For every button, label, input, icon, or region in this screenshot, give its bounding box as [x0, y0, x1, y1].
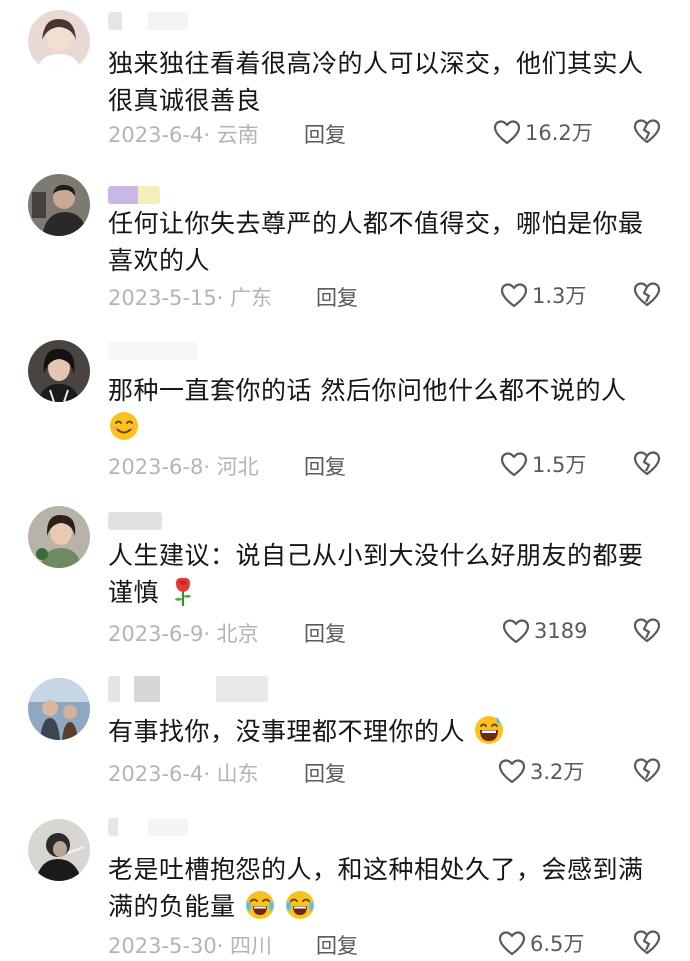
comment-meta: 2023-6-8· 河北 回复 1.5万 [108, 449, 668, 479]
dislike-button[interactable] [633, 449, 661, 477]
comment-text: 人生建议：说自己从小到大没什么好朋友的都要谨慎 [108, 537, 668, 611]
reply-button[interactable]: 回复 [304, 758, 346, 788]
comment-meta: 2023-5-30· 四川 回复 6.5万 [108, 928, 668, 958]
like-count: 16.2万 [525, 121, 593, 145]
avatar[interactable] [28, 678, 90, 740]
broken-heart-icon [633, 282, 661, 307]
laugh-sweat-emoji-icon [473, 714, 505, 746]
comment-date-location: 2023-5-30· 四川 [108, 934, 273, 958]
comment-date-location: 2023-6-4· 山东 [108, 762, 259, 786]
comment-text-content: 有事找你，没事理都不理你的人 [108, 717, 466, 746]
heart-outline-icon [500, 283, 528, 308]
comment-meta: 2023-6-9· 北京 回复 3189 [108, 616, 668, 646]
broken-heart-icon [633, 618, 661, 643]
broken-heart-icon [633, 119, 661, 144]
comment-text: 任何让你失去尊严的人都不值得交，哪怕是你最喜欢的人 [108, 209, 644, 275]
username-blurred[interactable] [108, 12, 188, 30]
reply-button[interactable]: 回复 [304, 119, 346, 149]
avatar[interactable] [28, 340, 90, 402]
crying-laugh-emoji-icon [284, 889, 316, 921]
reply-button[interactable]: 回复 [316, 282, 358, 312]
like-button[interactable]: 1.5万 [500, 449, 586, 479]
comment-text: 有事找你，没事理都不理你的人 [108, 713, 668, 750]
avatar[interactable] [28, 506, 90, 568]
dislike-button[interactable] [633, 117, 661, 145]
like-button[interactable]: 16.2万 [493, 117, 593, 147]
heart-outline-icon [498, 759, 526, 784]
comment-date-location: 2023-6-4· 云南 [108, 123, 259, 147]
comment-date-location: 2023-6-9· 北京 [108, 622, 259, 646]
broken-heart-icon [633, 930, 661, 955]
reply-button[interactable]: 回复 [304, 451, 346, 481]
avatar[interactable] [28, 174, 90, 236]
broken-heart-icon [633, 758, 661, 783]
like-count: 1.3万 [532, 284, 587, 308]
like-count: 3189 [534, 619, 588, 643]
like-button[interactable]: 3189 [502, 616, 587, 646]
dislike-button[interactable] [633, 616, 661, 644]
reply-button[interactable]: 回复 [316, 930, 358, 960]
comment-text-content: 老是吐槽抱怨的人，和这种相处久了，会感到满满的负能量 [108, 855, 644, 921]
like-count: 1.5万 [532, 453, 587, 477]
username-blurred[interactable] [108, 676, 268, 702]
heart-outline-icon [502, 619, 530, 644]
heart-outline-icon [493, 120, 521, 145]
comment-text-content: 那种一直套你的话 然后你问他什么都不说的人 [108, 376, 627, 405]
dislike-button[interactable] [633, 756, 661, 784]
username-blurred[interactable] [108, 186, 160, 204]
like-count: 3.2万 [530, 760, 585, 784]
avatar[interactable] [28, 10, 90, 72]
heart-outline-icon [500, 452, 528, 477]
dislike-button[interactable] [633, 928, 661, 956]
comment-text: 独来独往看着很高冷的人可以深交，他们其实人很真诚很善良 [108, 49, 644, 115]
comment-text: 老是吐槽抱怨的人，和这种相处久了，会感到满满的负能量 [108, 851, 668, 925]
like-button[interactable]: 1.3万 [500, 280, 586, 310]
username-blurred[interactable] [108, 512, 162, 530]
dislike-button[interactable] [633, 280, 661, 308]
like-count: 6.5万 [530, 932, 585, 956]
broken-heart-icon [633, 451, 661, 476]
crying-laugh-emoji-icon [244, 889, 276, 921]
smile-emoji-icon [108, 410, 140, 442]
avatar[interactable] [28, 819, 90, 881]
comment-date-location: 2023-5-15· 广东 [108, 286, 273, 310]
reply-button[interactable]: 回复 [304, 618, 346, 648]
username-blurred[interactable] [108, 818, 188, 836]
like-button[interactable]: 3.2万 [498, 756, 584, 786]
comment-text: 那种一直套你的话 然后你问他什么都不说的人 [108, 372, 668, 446]
username-blurred[interactable] [108, 342, 198, 360]
like-button[interactable]: 6.5万 [498, 928, 584, 958]
comment-meta: 2023-6-4· 山东 回复 3.2万 [108, 756, 668, 786]
rose-emoji-icon [167, 575, 199, 607]
comment-meta: 2023-6-4· 云南 回复 16.2万 [108, 117, 668, 147]
comment-date-location: 2023-6-8· 河北 [108, 455, 259, 479]
comment-meta: 2023-5-15· 广东 回复 1.3万 [108, 280, 668, 310]
heart-outline-icon [498, 931, 526, 956]
